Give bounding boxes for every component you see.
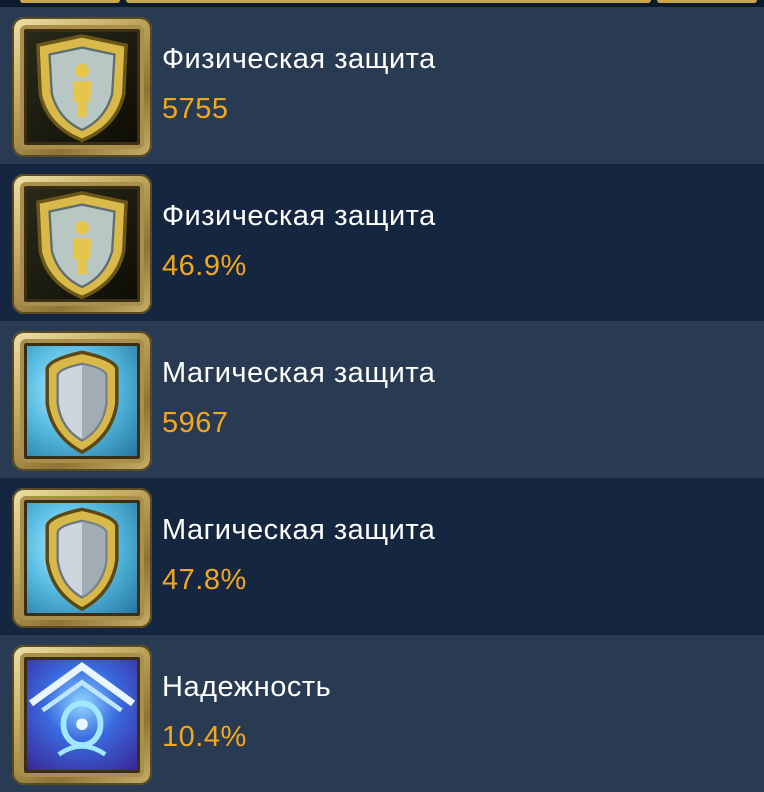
stat-row-magic-defense-percent[interactable]: Магическая защита 47.8% xyxy=(0,478,764,635)
stat-label: Магическая защита xyxy=(162,357,436,389)
physical-defense-shield-icon xyxy=(20,25,144,149)
magic-defense-shield-icon xyxy=(20,339,144,463)
physical-defense-shield-icon xyxy=(20,182,144,306)
stat-row-reliability[interactable]: Надежность 10.4% xyxy=(0,635,764,792)
magic-defense-shield-icon xyxy=(20,496,144,620)
stat-value: 47.8% xyxy=(162,564,247,596)
stat-value: 10.4% xyxy=(162,721,247,753)
stat-icon-frame xyxy=(12,17,152,157)
stat-label: Надежность xyxy=(162,671,332,703)
stat-label: Физическая защита xyxy=(162,200,436,232)
stat-icon-frame xyxy=(12,174,152,314)
stat-icon-frame xyxy=(12,645,152,785)
top-tab-center[interactable] xyxy=(126,0,651,3)
stat-label: Физическая защита xyxy=(162,43,436,75)
top-tab-right[interactable] xyxy=(657,0,757,3)
stat-row-magic-defense[interactable]: Магическая защита 5967 xyxy=(0,321,764,478)
stat-icon-frame xyxy=(12,331,152,471)
reliability-rune-icon xyxy=(20,653,144,777)
stat-row-physical-defense-percent[interactable]: Физическая защита 46.9% xyxy=(0,164,764,321)
top-tab-strip xyxy=(0,0,764,7)
stat-icon-frame xyxy=(12,488,152,628)
stat-value: 46.9% xyxy=(162,250,247,282)
stat-label: Магическая защита xyxy=(162,514,436,546)
stat-value: 5967 xyxy=(162,407,229,439)
stat-value: 5755 xyxy=(162,93,229,125)
stat-row-physical-defense[interactable]: Физическая защита 5755 xyxy=(0,7,764,164)
top-tab-left[interactable] xyxy=(20,0,120,3)
stats-list: Физическая защита 5755 Физическая защита… xyxy=(0,7,764,792)
